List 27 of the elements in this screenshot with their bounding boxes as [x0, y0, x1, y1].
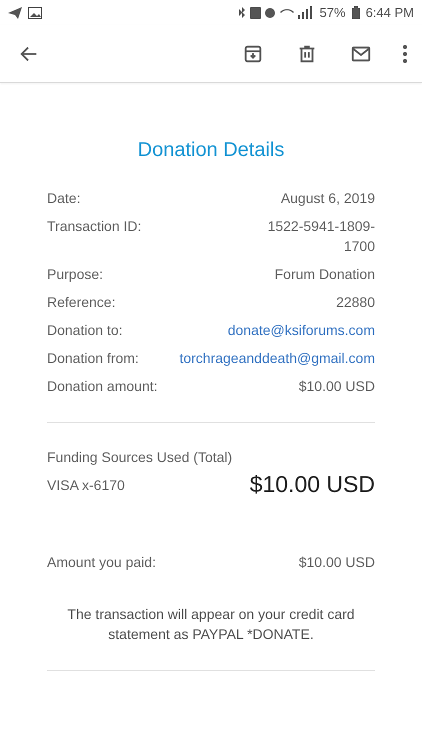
- clock-time: 6:44 PM: [366, 5, 414, 20]
- detail-label: Amount you paid:: [47, 553, 157, 572]
- detail-value: 1522-5941-1809-1700: [266, 217, 375, 256]
- detail-value: August 6, 2019: [280, 189, 375, 208]
- detail-label: Purpose:: [47, 265, 104, 284]
- detail-value: 22880: [336, 293, 375, 312]
- detail-label: Transaction ID:: [47, 217, 142, 236]
- total-amount: $10.00 USD: [250, 471, 375, 498]
- funding-heading: Funding Sources Used (Total): [47, 448, 234, 467]
- battery-icon: [352, 6, 360, 19]
- detail-label: Donation amount:: [47, 377, 159, 396]
- detail-label: Reference:: [47, 293, 116, 312]
- send-icon: [8, 6, 22, 18]
- email-link[interactable]: donate@ksiforums.com: [228, 320, 375, 340]
- detail-value: $10.00 USD: [298, 553, 375, 572]
- battery-percent: 57%: [320, 5, 346, 20]
- page-title: Donation Details: [136, 139, 286, 162]
- detail-label: Date:: [47, 189, 82, 208]
- statement-note: The transaction will appear on your credit card statement as PAYPAL *DONATE.: [66, 605, 356, 644]
- detail-label: Donation from:: [47, 349, 140, 368]
- email-link[interactable]: torchrageanddeath@gmail.com: [179, 348, 375, 368]
- detail-value: $10.00 USD: [298, 377, 375, 396]
- detail-label: Donation to:: [47, 321, 124, 340]
- image-icon: [28, 6, 42, 18]
- card-name: VISA x-6170: [47, 476, 125, 494]
- more-icon: [402, 42, 408, 64]
- detail-value: Forum Donation: [274, 265, 375, 284]
